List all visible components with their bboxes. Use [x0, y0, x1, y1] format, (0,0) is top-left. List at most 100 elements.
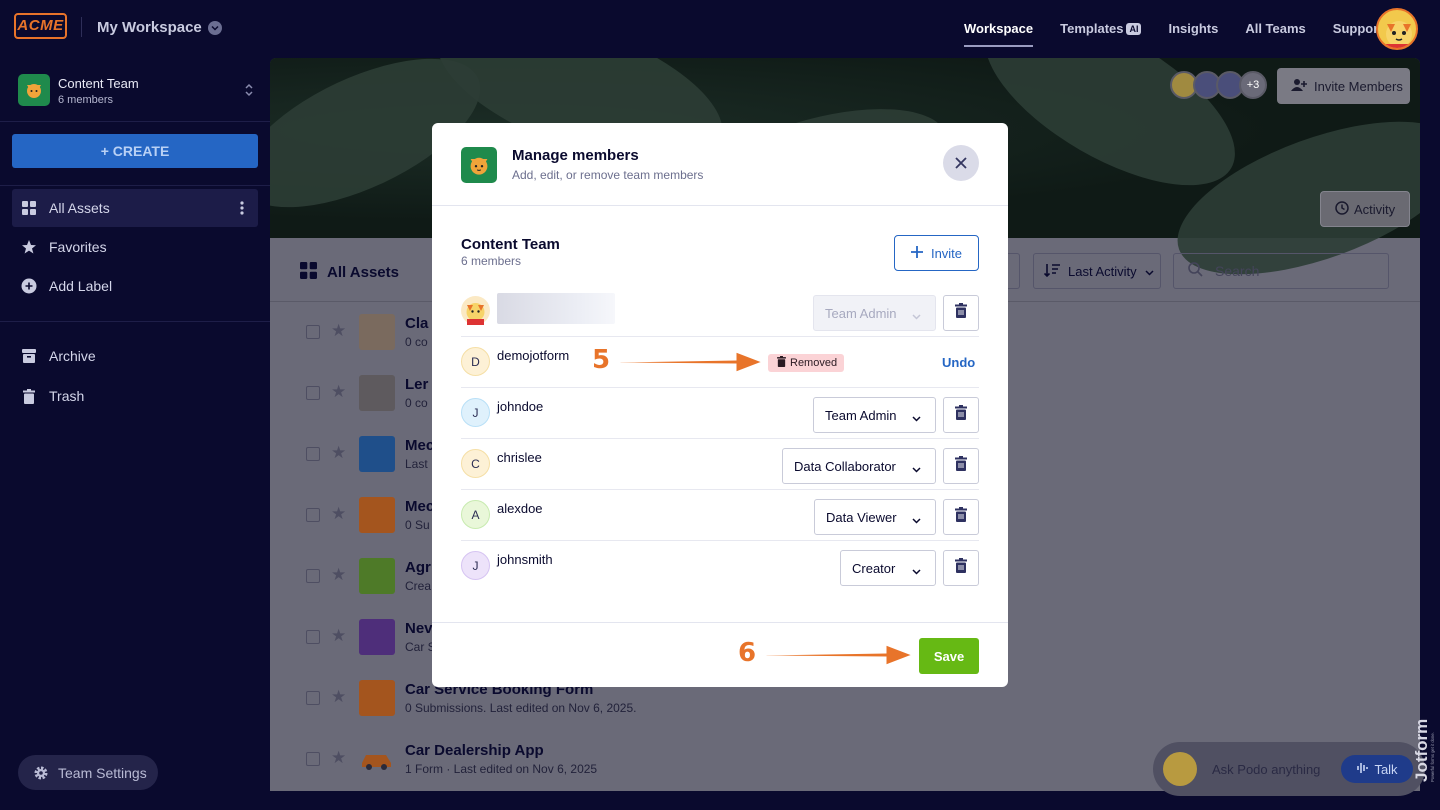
sidebar-item-add-label[interactable]: Add Label [12, 267, 258, 305]
star-icon[interactable]: ★ [331, 565, 346, 585]
nav-workspace[interactable]: Workspace [964, 21, 1034, 47]
team-settings-button[interactable]: Team Settings [18, 755, 158, 790]
star-icon[interactable]: ★ [331, 382, 346, 402]
star-icon[interactable]: ★ [331, 443, 346, 463]
asset-subtitle: Crea [405, 579, 432, 593]
jotform-tagline: Powerful forms get it done. [1430, 732, 1435, 782]
row-checkbox[interactable] [306, 447, 320, 461]
assets-title: All Assets [300, 262, 399, 283]
asset-thumbnail [359, 375, 395, 411]
nav-templates[interactable]: Templates AI [1060, 21, 1142, 36]
row-checkbox[interactable] [306, 386, 320, 400]
dialog-title: Manage members [512, 147, 639, 164]
jotform-brand: Jotform Powerful forms get it done. [1409, 690, 1437, 790]
undo-link[interactable]: Undo [942, 355, 975, 370]
blurred-username [497, 293, 615, 324]
member-username: johnsmith [497, 552, 553, 567]
search-icon [1188, 262, 1203, 280]
role-value: Team Admin [825, 407, 897, 423]
activity-button[interactable]: Activity [1320, 191, 1410, 227]
user-avatar[interactable] [1376, 8, 1418, 50]
sidebar-item-archive[interactable]: Archive [12, 337, 258, 375]
asset-title: Car Dealership App [405, 742, 544, 759]
car-icon [359, 741, 395, 777]
gear-icon [33, 765, 49, 781]
role-select[interactable]: Creator [840, 550, 936, 586]
team-icon [461, 147, 497, 183]
asset-subtitle: 0 Submissions. Last edited on Nov 6, 202… [405, 701, 637, 715]
trash-icon [955, 507, 967, 527]
workspace-switcher[interactable]: My Workspace [97, 19, 222, 36]
row-checkbox[interactable] [306, 325, 320, 339]
close-icon [955, 157, 967, 169]
member-username: chrislee [497, 450, 542, 465]
asset-title: Ler [405, 376, 429, 393]
more-options-icon[interactable] [240, 201, 244, 215]
row-checkbox[interactable] [306, 508, 320, 522]
dialog-header: Manage members Add, edit, or remove team… [432, 123, 1008, 206]
star-icon[interactable]: ★ [331, 687, 346, 707]
avatar: D [461, 347, 490, 376]
asset-subtitle: 0 Su [405, 518, 430, 532]
role-select[interactable]: Team Admin [813, 397, 936, 433]
talk-button[interactable]: Talk [1341, 755, 1413, 783]
delete-member-button[interactable] [943, 499, 979, 535]
team-member-count: 6 members [58, 94, 114, 106]
sidebar-item-all-assets[interactable]: All Assets [12, 189, 258, 227]
chevron-down-icon [912, 563, 921, 578]
sidebar: Content Team 6 members + CREATE All Asse… [0, 58, 270, 810]
member-username: alexdoe [497, 501, 543, 516]
team-settings-label: Team Settings [58, 764, 147, 781]
close-button[interactable] [943, 145, 979, 181]
nav-insights[interactable]: Insights [1168, 21, 1218, 36]
star-icon[interactable]: ★ [331, 748, 346, 768]
sign-document-icon [359, 558, 395, 594]
row-checkbox[interactable] [306, 630, 320, 644]
team-switcher[interactable]: Content Team 6 members [18, 74, 258, 108]
plus-icon [910, 245, 923, 261]
star-icon [21, 239, 37, 255]
add-user-icon [1291, 78, 1307, 95]
row-checkbox[interactable] [306, 691, 320, 705]
search-input[interactable]: Search [1173, 253, 1389, 289]
chevron-down-icon [1145, 264, 1154, 279]
acme-logo[interactable]: ACME [14, 13, 67, 39]
star-icon[interactable]: ★ [331, 504, 346, 524]
ask-podo-widget[interactable]: Ask Podo anything Talk [1153, 742, 1425, 796]
delete-member-button[interactable] [943, 397, 979, 433]
create-button[interactable]: + CREATE [12, 134, 258, 168]
team-name: Content Team [58, 76, 139, 91]
plus-circle-icon [21, 278, 37, 294]
save-button[interactable]: Save [919, 638, 979, 674]
sidebar-item-label: Archive [49, 348, 96, 364]
sidebar-item-trash[interactable]: Trash [12, 377, 258, 415]
sidebar-item-label: Add Label [49, 278, 113, 294]
delete-member-button[interactable] [943, 550, 979, 586]
member-avatars[interactable]: +3 [1170, 71, 1267, 99]
avatar: C [461, 449, 490, 478]
asset-subtitle: 1 Form · Last edited on Nov 6, 2025 [405, 762, 598, 776]
step-6-marker: 6 [737, 638, 757, 669]
row-checkbox[interactable] [306, 752, 320, 766]
avatar-overflow-count: +3 [1239, 71, 1267, 99]
manage-members-dialog: Manage members Add, edit, or remove team… [432, 123, 1008, 687]
role-select[interactable]: Data Viewer [814, 499, 936, 535]
delete-member-button[interactable] [943, 295, 979, 331]
nav-templates-label: Templates [1060, 21, 1124, 36]
star-icon[interactable]: ★ [331, 626, 346, 646]
role-select[interactable]: Data Collaborator [782, 448, 936, 484]
sort-dropdown[interactable]: Last Activity [1033, 253, 1161, 289]
divider [0, 321, 270, 322]
invite-members-button[interactable]: Invite Members [1277, 68, 1410, 104]
sidebar-item-label: Trash [49, 388, 85, 404]
nav-all-teams[interactable]: All Teams [1245, 21, 1305, 36]
step-5-marker: 5 [591, 345, 611, 376]
team-icon [18, 74, 50, 106]
star-icon[interactable]: ★ [331, 321, 346, 341]
delete-member-button[interactable] [943, 448, 979, 484]
row-checkbox[interactable] [306, 569, 320, 583]
asset-title: Mec [405, 437, 435, 454]
sidebar-item-favorites[interactable]: Favorites [12, 228, 258, 266]
invite-button[interactable]: Invite [894, 235, 979, 271]
avatar: J [461, 551, 490, 580]
